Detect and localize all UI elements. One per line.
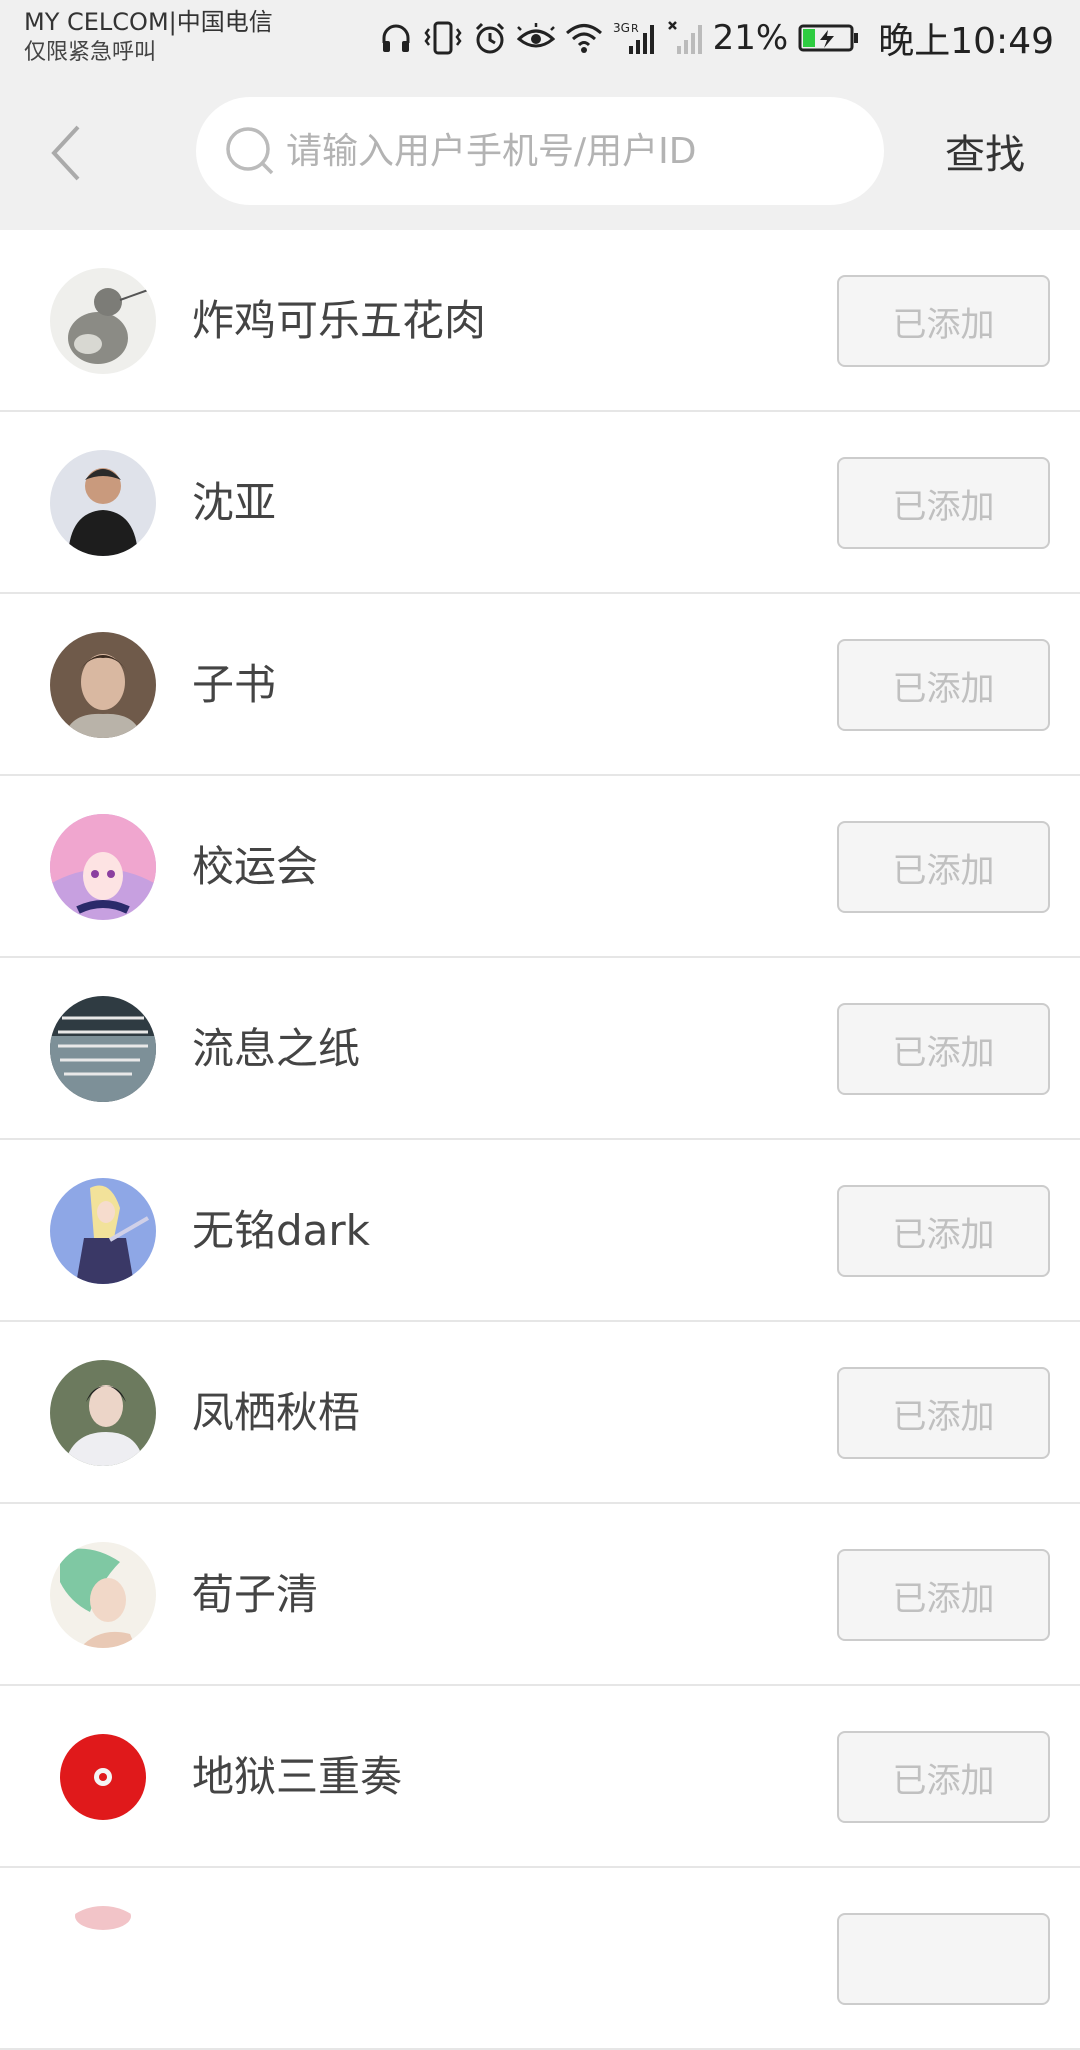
search-icon (226, 127, 274, 175)
avatar (50, 1542, 156, 1648)
user-name: 子书 (192, 660, 277, 709)
search-box[interactable] (196, 97, 884, 205)
list-item[interactable]: 荀子清 已添加 (0, 1504, 1080, 1686)
signal-no-service-icon (667, 21, 702, 54)
alarm-icon (475, 22, 504, 54)
added-button[interactable]: 已添加 (837, 1185, 1050, 1277)
list-item[interactable]: 沈亚 已添加 (0, 412, 1080, 594)
child-avatar-image (50, 450, 156, 556)
avatar (50, 632, 156, 738)
user-name: 流息之纸 (192, 1024, 361, 1073)
list-item[interactable]: 凤栖秋梧 已添加 (0, 1322, 1080, 1504)
portrait-avatar-image (50, 1360, 156, 1466)
added-button[interactable]: 已添加 (837, 457, 1050, 549)
list-item[interactable]: 校运会 已添加 (0, 776, 1080, 958)
list-item[interactable] (0, 1868, 1080, 2050)
partial-avatar-image (50, 1906, 156, 2012)
added-button[interactable] (837, 1913, 1050, 2005)
user-name: 无铭dark (192, 1206, 370, 1255)
added-button[interactable]: 已添加 (837, 275, 1050, 367)
clock: 晚上10:49 (878, 21, 1054, 62)
portrait-avatar-image (50, 632, 156, 738)
chevron-left-icon (51, 125, 80, 181)
illustration-avatar-image (50, 1542, 156, 1648)
network-type-label: 3G (613, 21, 630, 35)
headphones-icon (382, 24, 410, 52)
user-name: 凤栖秋梧 (192, 1388, 361, 1437)
carrier-name: MY CELCOM|中国电信 (24, 8, 273, 36)
find-button[interactable]: 查找 (945, 122, 1025, 180)
list-item[interactable]: 子书 已添加 (0, 594, 1080, 776)
status-icons: 3G R 21% 晚上10:49 (379, 14, 1054, 62)
avatar (50, 814, 156, 920)
emergency-only-label: 仅限紧急呼叫 (24, 40, 157, 65)
avatar (50, 1724, 156, 1830)
game-character-avatar-image (50, 1178, 156, 1284)
added-button[interactable]: 已添加 (837, 821, 1050, 913)
user-name: 校运会 (192, 842, 319, 891)
eye-icon (516, 23, 555, 48)
list-item[interactable]: 流息之纸 已添加 (0, 958, 1080, 1140)
list-item[interactable]: 无铭dark 已添加 (0, 1140, 1080, 1322)
status-bar: MY CELCOM|中国电信 仅限紧急呼叫 3G R 21% 晚上10:49 (0, 0, 1080, 80)
avatar (50, 1360, 156, 1466)
signal-3g-icon: 3G R (613, 21, 654, 54)
search-input[interactable] (286, 130, 846, 172)
red-disc-avatar-image (50, 1724, 156, 1830)
user-name: 荀子清 (192, 1570, 319, 1619)
battery-percent: 21% (712, 18, 789, 58)
bird-avatar-image (50, 268, 156, 374)
user-name: 沈亚 (192, 478, 277, 527)
user-name: 炸鸡可乐五花肉 (192, 296, 487, 345)
avatar (50, 450, 156, 556)
user-name: 地狱三重奏 (192, 1752, 403, 1801)
vibrate-icon (424, 21, 462, 55)
roaming-label: R (631, 22, 639, 35)
search-header: 查找 (0, 80, 1080, 230)
back-button[interactable] (36, 118, 96, 188)
added-button[interactable]: 已添加 (837, 1731, 1050, 1823)
added-button[interactable]: 已添加 (837, 1003, 1050, 1095)
list-item[interactable]: 地狱三重奏 已添加 (0, 1686, 1080, 1868)
list-item[interactable]: 炸鸡可乐五花肉 已添加 (0, 230, 1080, 412)
avatar (50, 1906, 156, 2012)
anime-avatar-image (50, 814, 156, 920)
avatar (50, 1178, 156, 1284)
user-list: 炸鸡可乐五花肉 已添加 沈亚 已添加 子书 已添加 校运会 已添加 流息之纸 已… (0, 230, 1080, 2050)
text-art-avatar-image (50, 996, 156, 1102)
avatar (50, 268, 156, 374)
added-button[interactable]: 已添加 (837, 639, 1050, 731)
wifi-icon (565, 24, 602, 53)
avatar (50, 996, 156, 1102)
added-button[interactable]: 已添加 (837, 1367, 1050, 1459)
battery-charging-icon (798, 24, 859, 52)
added-button[interactable]: 已添加 (837, 1549, 1050, 1641)
